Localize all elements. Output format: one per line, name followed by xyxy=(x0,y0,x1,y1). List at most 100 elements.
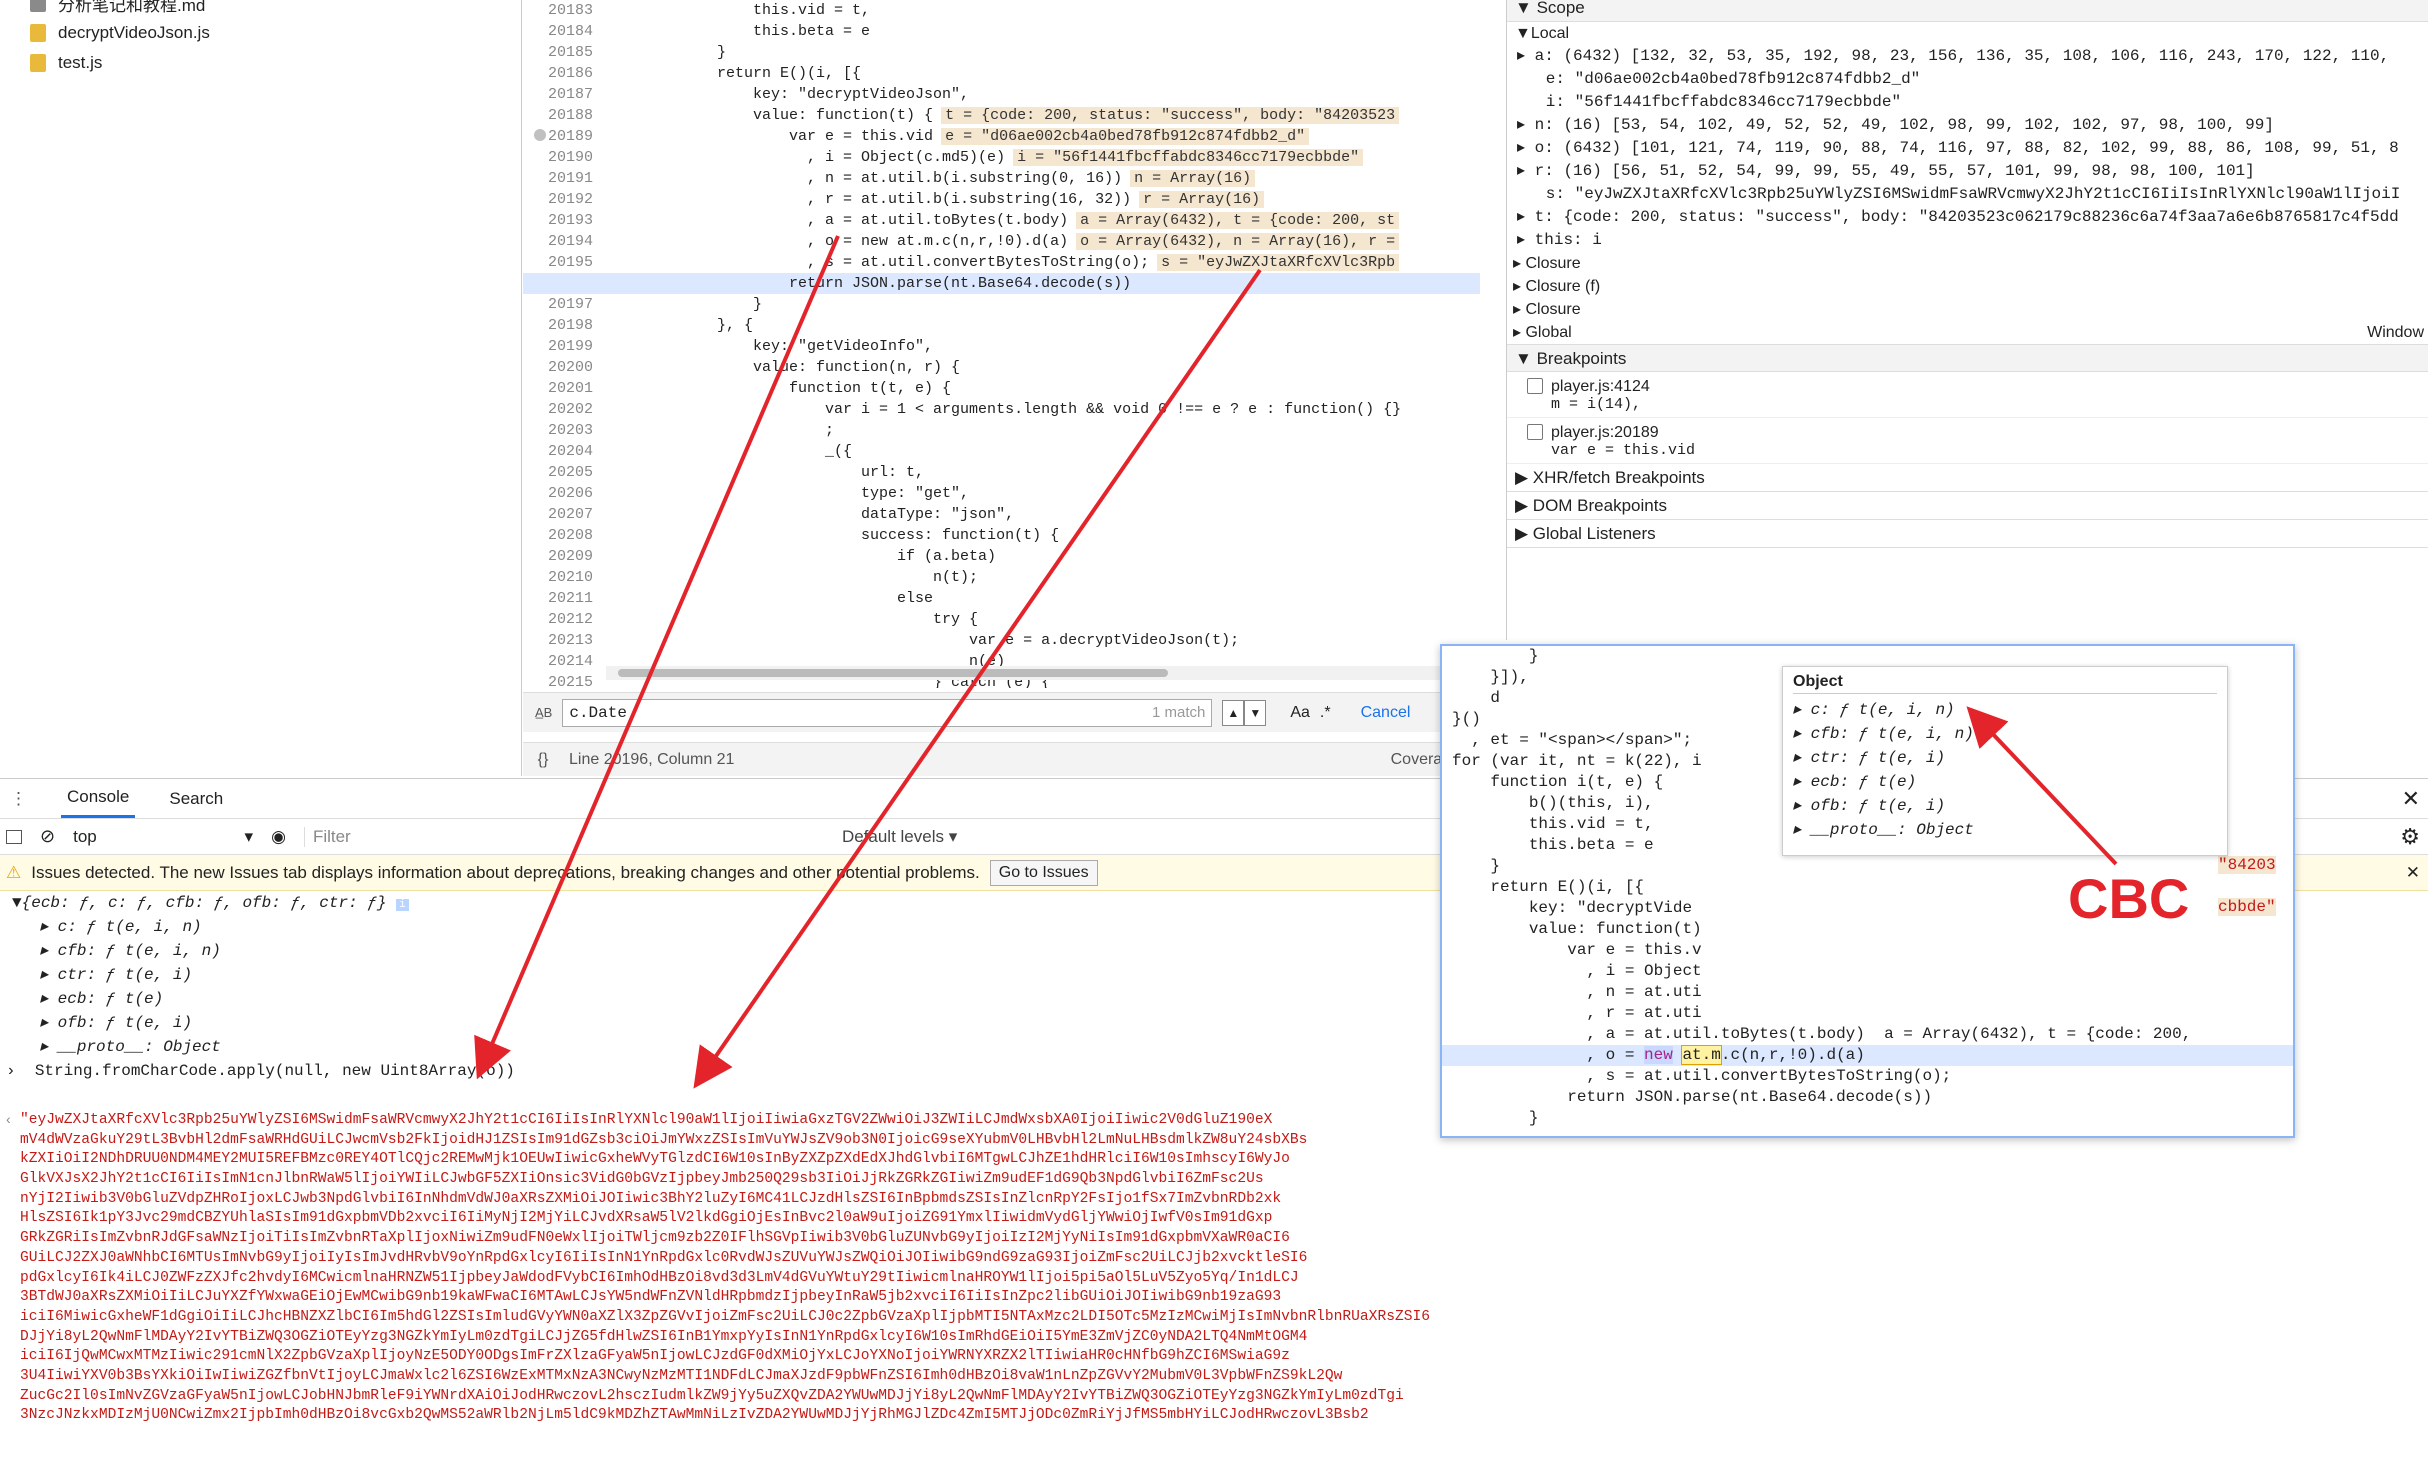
line-number[interactable]: 20215 xyxy=(523,672,601,688)
breakpoint-item[interactable]: player.js:20189 var e = this.vid xyxy=(1507,418,2428,464)
file-item-notes[interactable]: 分析笔记和教程.md xyxy=(0,0,521,18)
line-number[interactable]: 20198 xyxy=(523,315,601,336)
filter-input[interactable]: Filter xyxy=(303,826,824,847)
match-case-icon[interactable]: A̲B xyxy=(535,705,552,720)
line-number[interactable]: 20190 xyxy=(523,147,601,168)
line-number[interactable]: 20191 xyxy=(523,168,601,189)
file-item-decryptvideojson[interactable]: decryptVideoJson.js xyxy=(0,18,521,48)
line-number[interactable]: 20189 xyxy=(523,126,601,147)
tooltip-prop[interactable]: ▸ c: ƒ t(e, i, n) xyxy=(1793,698,2217,722)
tooltip-prop[interactable]: ▸ __proto__: Object xyxy=(1793,818,2217,842)
file-item-test[interactable]: test.js xyxy=(0,48,521,78)
line-number[interactable]: 20185 xyxy=(523,42,601,63)
find-prev-button[interactable]: ▲ xyxy=(1222,699,1245,726)
scope-variable[interactable]: ▸ r: (16) [56, 51, 52, 54, 99, 99, 55, 4… xyxy=(1507,160,2428,183)
line-number[interactable]: 20212 xyxy=(523,609,601,630)
line-number[interactable]: 20210 xyxy=(523,567,601,588)
breakpoint-item[interactable]: player.js:4124 m = i(14), xyxy=(1507,372,2428,418)
code-area[interactable]: this.vid = t, this.beta = e } return E()… xyxy=(523,0,1480,688)
line-number[interactable]: 20209 xyxy=(523,546,601,567)
find-input[interactable]: c.Date 1 match xyxy=(562,698,1213,727)
format-icon[interactable]: {} xyxy=(523,751,563,769)
scope-variable[interactable]: s: "eyJwZXJtaXRfcXVlc3Rpb25uYWlyZSI6MSwi… xyxy=(1507,183,2428,206)
scope-variable[interactable]: ▸ a: (6432) [132, 32, 53, 35, 192, 98, 2… xyxy=(1507,45,2428,68)
find-next-button[interactable]: ▼ xyxy=(1244,699,1267,726)
context-selector[interactable]: top ▾ xyxy=(73,827,253,847)
line-number[interactable]: 20184 xyxy=(523,21,601,42)
line-number[interactable]: 20214 xyxy=(523,651,601,672)
code-line: function t(t, e) { xyxy=(609,380,952,397)
scope-variable[interactable]: i: "56f1441fbcffabdc8346cc7179ecbbde" xyxy=(1507,91,2428,114)
scope-header[interactable]: ▼ Scope xyxy=(1507,0,2428,22)
file-label: 分析笔记和教程.md xyxy=(58,0,206,15)
case-toggle-button[interactable]: Aa xyxy=(1290,704,1310,722)
close-icon[interactable]: ✕ xyxy=(2402,786,2420,812)
xhr-breakpoints-header[interactable]: ▶ XHR/fetch Breakpoints xyxy=(1507,464,2428,492)
scope-closure[interactable]: ▸ Global Window xyxy=(1507,321,2428,344)
line-number[interactable]: 20186 xyxy=(523,63,601,84)
line-number[interactable]: 20199 xyxy=(523,336,601,357)
line-number[interactable]: 20192 xyxy=(523,189,601,210)
line-number[interactable]: 20187 xyxy=(523,84,601,105)
scope-closure[interactable]: ▸ Closure (f) xyxy=(1507,275,2428,298)
regex-toggle-button[interactable]: .* xyxy=(1320,704,1331,722)
line-number-gutter[interactable]: 20183 20184 20185 20186 20187 20188 20189 20190… xyxy=(523,0,601,688)
scope-closure[interactable]: ▸ Closure xyxy=(1507,298,2428,321)
code-line: , i = Object(c.md5)(e) i = "56f1441fbcffa… xyxy=(609,147,1480,168)
gear-icon[interactable]: ⚙ xyxy=(2400,824,2420,850)
log-levels-dropdown[interactable]: Default levels ▾ xyxy=(842,827,957,847)
line-number[interactable]: 20204 xyxy=(523,441,601,462)
tooltip-title: Object xyxy=(1793,673,2217,694)
scope-variable[interactable]: ▸ o: (6432) [101, 121, 74, 119, 90, 88, … xyxy=(1507,137,2428,160)
eye-icon[interactable]: ◉ xyxy=(271,827,286,847)
go-to-issues-button[interactable]: Go to Issues xyxy=(989,859,1098,886)
clear-console-icon[interactable]: ⊘ xyxy=(40,826,55,847)
line-number[interactable]: 20211 xyxy=(523,588,601,609)
code-line: if (a.beta) xyxy=(609,548,997,565)
breakpoints-header[interactable]: ▼ Breakpoints xyxy=(1507,344,2428,372)
scope-closure[interactable]: ▸ Closure xyxy=(1507,252,2428,275)
close-icon[interactable]: ✕ xyxy=(2406,863,2420,883)
line-number[interactable]: 20206 xyxy=(523,483,601,504)
drawer-menu-icon[interactable]: ⋮ xyxy=(10,789,27,809)
popover-code-line: , r = at.uti xyxy=(1452,1004,1702,1022)
line-number[interactable]: 20205 xyxy=(523,462,601,483)
global-listeners-header[interactable]: ▶ Global Listeners xyxy=(1507,520,2428,548)
scope-variable[interactable]: ▸ t: {code: 200, status: "success", body… xyxy=(1507,206,2428,229)
editor-horizontal-scrollbar[interactable] xyxy=(606,666,1476,680)
line-number[interactable]: 20197 xyxy=(523,294,601,315)
inline-value: r = Array(16) xyxy=(1139,191,1265,208)
line-number[interactable]: 20203 xyxy=(523,420,601,441)
tooltip-prop[interactable]: ▸ ecb: ƒ t(e) xyxy=(1793,770,2217,794)
tooltip-prop[interactable]: ▸ ofb: ƒ t(e, i) xyxy=(1793,794,2217,818)
code-line: , a = at.util.toBytes(t.body) a = Array(6… xyxy=(609,210,1480,231)
scope-variable[interactable]: ▸ n: (16) [53, 54, 102, 49, 52, 52, 49, … xyxy=(1507,114,2428,137)
breakpoint-dot-icon[interactable] xyxy=(533,129,546,141)
line-number[interactable]: 20213 xyxy=(523,630,601,651)
line-number[interactable]: 20202 xyxy=(523,399,601,420)
dom-breakpoints-header[interactable]: ▶ DOM Breakpoints xyxy=(1507,492,2428,520)
line-number[interactable]: 20193 xyxy=(523,210,601,231)
line-number[interactable]: 20195 xyxy=(523,252,601,273)
sidebar-toggle-icon[interactable] xyxy=(6,829,22,844)
line-number[interactable]: 20188 xyxy=(523,105,601,126)
line-number[interactable]: 20200 xyxy=(523,357,601,378)
tab-search[interactable]: Search xyxy=(169,789,223,809)
tooltip-prop[interactable]: ▸ ctr: ƒ t(e, i) xyxy=(1793,746,2217,770)
console-output[interactable]: "eyJwZXJtaXRfcXVlc3Rpb25uYWlyZSI6MSwidmF… xyxy=(20,1111,2400,1457)
breakpoint-checkbox[interactable] xyxy=(1527,424,1543,440)
line-number[interactable]: 20201 xyxy=(523,378,601,399)
breakpoint-checkbox[interactable] xyxy=(1527,378,1543,394)
line-number[interactable]: 20208 xyxy=(523,525,601,546)
tooltip-prop[interactable]: ▸ cfb: ƒ t(e, i, n) xyxy=(1793,722,2217,746)
line-number[interactable]: 20207 xyxy=(523,504,601,525)
line-number[interactable]: 20183 xyxy=(523,0,601,21)
line-number[interactable]: 20194 xyxy=(523,231,601,252)
cancel-button[interactable]: Cancel xyxy=(1361,704,1411,722)
scope-local[interactable]: ▼Local xyxy=(1507,22,2428,45)
scope-variable[interactable]: e: "d06ae002cb4a0bed78fb912c874fdbb2_d" xyxy=(1507,68,2428,91)
scope-variable[interactable]: ▸ this: i xyxy=(1507,229,2428,252)
tab-console[interactable]: Console xyxy=(61,779,136,818)
source-editor[interactable]: 20183 20184 20185 20186 20187 20188 20189 20190… xyxy=(523,0,1480,688)
code-line: key: "decryptVideoJson", xyxy=(609,86,970,103)
